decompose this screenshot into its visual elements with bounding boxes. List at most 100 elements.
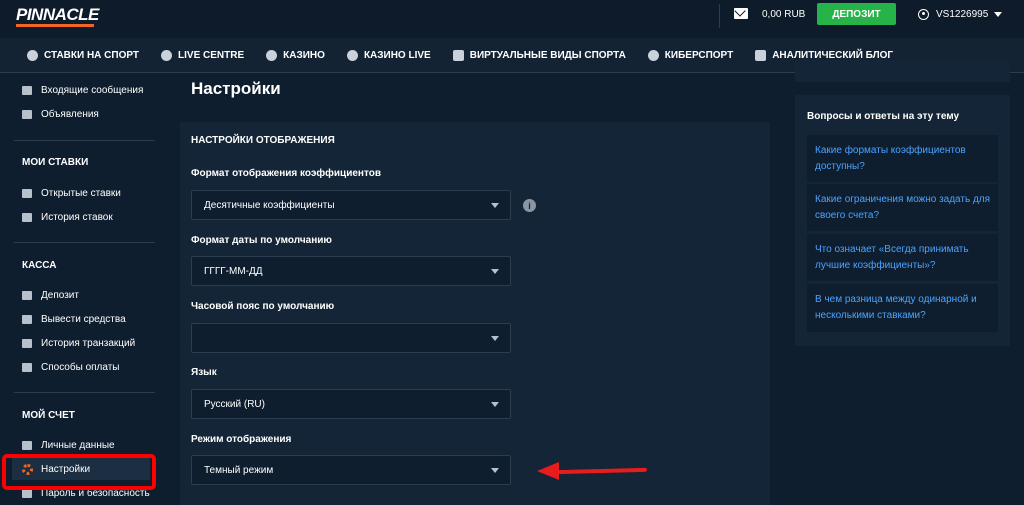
chevron-down-icon [491,402,499,407]
nav-item-esports[interactable]: КИБЕРСПОРТ [647,49,734,61]
nav-item-sports[interactable]: СТАВКИ НА СПОРТ [27,49,140,61]
nav-label: КАЗИНО [283,49,325,61]
sidebar-divider [14,242,155,243]
envelope-icon [22,86,32,95]
sidebar-item-label: Личные данные [41,440,115,451]
sidebar-item-open-bets[interactable]: Открытые ставки [22,188,121,199]
nav-label: КИБЕРСПОРТ [664,49,734,61]
sidebar-header-cashier: КАССА [22,260,57,271]
soccer-ball-icon [27,49,38,61]
date-format-label: Формат даты по умолчанию [191,235,332,246]
sidebar-item-label: Объявления [41,109,99,120]
select-value: Русский (RU) [204,398,265,410]
headset-icon [647,49,659,61]
chevron-down-icon [491,468,499,473]
person-icon [22,441,32,450]
sidebar-item-payment-methods[interactable]: Способы оплаты [22,362,120,373]
chevron-down-icon [491,203,499,208]
select-value: Десятичные коэффициенты [204,199,335,211]
live-icon [161,49,173,61]
faq-panel: Вопросы и ответы на эту тему Какие форма… [795,95,1010,346]
lock-icon [22,489,32,498]
sidebar-item-label: Открытые ставки [41,188,121,199]
chevron-down-icon [491,269,499,274]
annotation-highlight-box [2,454,156,490]
top-bar: PINNACLE 0,00 RUB ДЕПОЗИТ VS1226995 [0,0,1024,38]
display-mode-select[interactable]: Темный режим [191,455,511,485]
nav-item-casino[interactable]: КАЗИНО [266,49,325,61]
live-casino-icon [346,49,358,61]
faq-item[interactable]: Какие форматы коэффициентов доступны? [807,135,998,182]
display-mode-label: Режим отображения [191,434,292,445]
sidebar-item-label: Входящие сообщения [41,85,144,96]
document-icon [755,49,767,61]
faq-link[interactable]: Какие ограничения можно задать для своег… [815,192,995,224]
annotation-arrow-head [537,462,559,480]
nav-item-live-casino[interactable]: КАЗИНО LIVE [346,49,431,61]
nav-item-blog[interactable]: АНАЛИТИЧЕСКИЙ БЛОГ [755,49,894,61]
sidebar-item-label: Вывести средства [41,314,126,325]
sidebar-divider [14,392,155,393]
user-icon[interactable] [918,9,929,20]
mail-icon[interactable] [734,8,748,19]
faq-link[interactable]: Что означает «Всегда принимать лучшие ко… [815,242,995,274]
casino-chip-icon [266,49,278,61]
nav-item-virtual-sports[interactable]: ВИРТУАЛЬНЫЕ ВИДЫ СПОРТА [452,49,626,61]
sidebar-item-announcements[interactable]: Объявления [22,109,99,120]
faq-title: Вопросы и ответы на эту тему [807,111,960,122]
history-icon [22,213,32,222]
nav-label: ВИРТУАЛЬНЫЕ ВИДЫ СПОРТА [469,49,626,61]
faq-item[interactable]: Какие ограничения можно задать для своег… [807,184,998,231]
language-label: Язык [191,367,217,378]
sidebar-item-label: История ставок [41,212,113,223]
logo-underline [16,24,94,27]
nav-item-live-centre[interactable]: LIVE CENTRE [161,49,245,61]
deposit-button[interactable]: ДЕПОЗИТ [817,3,896,25]
chevron-down-icon[interactable] [994,12,1002,17]
bell-icon [22,110,32,119]
timezone-label: Часовой пояс по умолчанию [191,301,335,312]
nav-label: СТАВКИ НА СПОРТ [44,49,140,61]
display-settings-panel: НАСТРОЙКИ ОТОБРАЖЕНИЯ Формат отображения… [180,122,770,505]
sidebar-item-label: Способы оплаты [41,362,120,373]
card-icon [22,363,32,372]
nav-label: КАЗИНО LIVE [363,49,431,61]
sidebar-item-label: Депозит [41,290,79,301]
nav-label: LIVE CENTRE [178,49,245,61]
account-sidebar: Входящие сообщения Объявления МОИ СТАВКИ… [0,74,165,505]
date-format-select[interactable]: ГГГГ-ММ-ДД [191,256,511,286]
balance: 0,00 RUB [762,9,806,20]
chevron-down-icon [491,336,499,341]
sidebar-item-deposit[interactable]: Депозит [22,290,79,301]
nav-label: АНАЛИТИЧЕСКИЙ БЛОГ [772,49,894,61]
help-search-box[interactable] [795,60,1010,82]
faq-link[interactable]: В чем разница между одинарной и нескольк… [815,292,995,324]
sidebar-item-inbox[interactable]: Входящие сообщения [22,85,143,96]
language-select[interactable]: Русский (RU) [191,389,511,419]
list-icon [22,339,32,348]
sidebar-item-bet-history[interactable]: История ставок [22,212,113,223]
sidebar-item-personal-data[interactable]: Личные данные [22,440,115,451]
clipboard-icon [22,189,32,198]
sidebar-item-transaction-history[interactable]: История транзакций [22,338,135,349]
faq-item[interactable]: В чем разница между одинарной и нескольк… [807,284,998,332]
odds-format-label: Формат отображения коэффициентов [191,168,381,179]
select-value: ГГГГ-ММ-ДД [204,265,263,277]
panel-title: НАСТРОЙКИ ОТОБРАЖЕНИЯ [191,135,335,146]
sidebar-divider [14,140,155,141]
page-title: Настройки [191,79,281,98]
sidebar-header-bets: МОИ СТАВКИ [22,157,89,168]
withdraw-icon [22,315,32,324]
select-value: Темный режим [204,464,274,476]
faq-link[interactable]: Какие форматы коэффициентов доступны? [815,143,995,175]
monitor-icon [452,49,464,61]
sidebar-item-label: История транзакций [41,338,136,349]
pinnacle-logo[interactable]: PINNACLE [16,5,99,25]
faq-item[interactable]: Что означает «Всегда принимать лучшие ко… [807,234,998,281]
username[interactable]: VS1226995 [936,9,988,20]
timezone-select[interactable] [191,323,511,353]
info-icon[interactable]: i [523,199,536,212]
odds-format-select[interactable]: Десятичные коэффициенты [191,190,511,220]
sidebar-item-withdraw[interactable]: Вывести средства [22,314,126,325]
wallet-icon [22,291,32,300]
